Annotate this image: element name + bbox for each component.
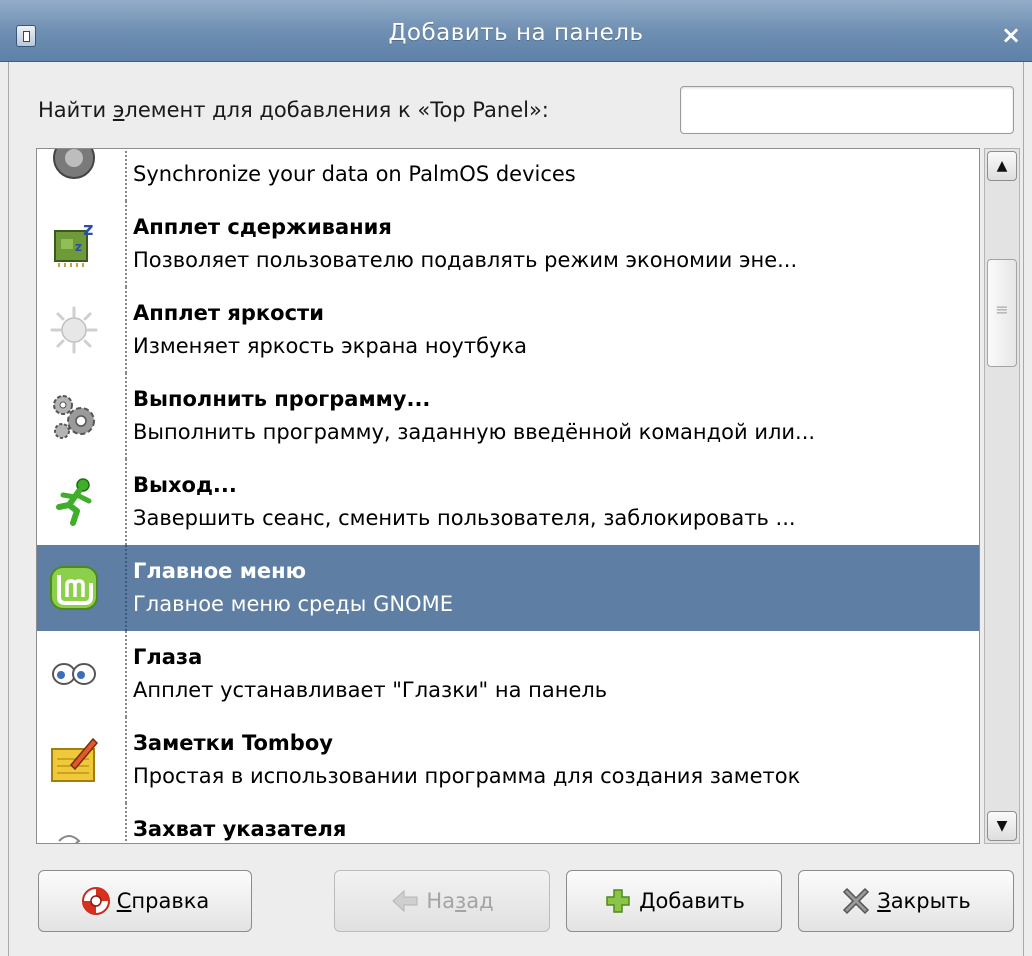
list-item-selected[interactable]: Главное меню Главное меню среды GNOME: [37, 545, 979, 631]
tree-line: [125, 459, 127, 545]
close-button-label: Закрыть: [877, 889, 971, 913]
add-button-label: Добавить: [639, 889, 745, 913]
window-title: Добавить на панель: [388, 20, 644, 46]
window-close-button[interactable]: ×: [998, 22, 1024, 48]
add-button[interactable]: Добавить: [566, 870, 782, 932]
inhibit-applet-icon: z z: [54, 219, 93, 267]
scroll-up-button[interactable]: ▲: [987, 151, 1017, 181]
item-name: Заметки Tomboy: [133, 731, 333, 755]
list-item[interactable]: Апплет яркости Изменяет яркость экрана н…: [37, 287, 979, 373]
list-item[interactable]: Выполнить программу... Выполнить програм…: [37, 373, 979, 459]
list-item[interactable]: Synchronize your data on PalmOS devices: [37, 149, 979, 201]
item-description: Простая в использовании программа для со…: [133, 764, 801, 788]
tomboy-notes-icon: [51, 737, 99, 782]
lifebuoy-icon: [81, 887, 110, 915]
item-description: Завершить сеанс, сменить пользователя, з…: [133, 506, 796, 530]
item-description: Апплет устанавливает "Глазки" на панель: [133, 678, 608, 702]
list-item[interactable]: z z Апплет сдерживания Позволяет пользов…: [37, 201, 979, 287]
applet-list[interactable]: Synchronize your data on PalmOS devices …: [36, 148, 980, 844]
scroll-down-button[interactable]: ▼: [987, 811, 1017, 841]
item-name: Апплет яркости: [133, 301, 324, 325]
item-name: Выполнить программу...: [133, 387, 431, 411]
gears-icon: [53, 395, 95, 439]
item-name: Апплет сдерживания: [133, 215, 392, 239]
svg-text:z: z: [83, 219, 93, 240]
back-button[interactable]: Назад: [334, 870, 550, 932]
list-item[interactable]: Выход... Завершить сеанс, сменить пользо…: [37, 459, 979, 545]
search-label: Найти элемент для добавления к «Top Pane…: [38, 98, 549, 122]
help-button-label: Справка: [116, 889, 210, 913]
tree-line: [125, 287, 127, 373]
scroll-thumb[interactable]: [987, 259, 1017, 367]
tree-line: [125, 201, 127, 287]
list-item[interactable]: Заметки Tomboy Простая в использовании п…: [37, 717, 979, 803]
back-arrow-icon: [392, 889, 418, 913]
close-button[interactable]: Закрыть: [798, 870, 1014, 932]
back-button-label: Назад: [426, 889, 494, 913]
list-scrollbar[interactable]: ▲ ▼: [984, 148, 1020, 844]
item-description: Позволяет пользователю подавлять режим э…: [133, 248, 798, 272]
svg-text:z: z: [75, 240, 82, 254]
item-description: Synchronize your data on PalmOS devices: [133, 162, 576, 186]
item-description: Изменяет яркость экрана ноутбука: [133, 334, 528, 358]
pointer-capture-icon: [58, 835, 81, 843]
help-button[interactable]: Справка: [38, 870, 252, 932]
mint-menu-icon: [50, 566, 98, 610]
item-name: Выход...: [133, 473, 237, 497]
plus-icon: [606, 889, 630, 913]
close-x-icon: [843, 887, 870, 915]
tree-line: [125, 803, 127, 843]
running-man-icon: [56, 478, 92, 526]
list-item[interactable]: Захват указателя: [37, 803, 979, 843]
item-description: Выполнить программу, заданную введённой …: [133, 420, 816, 444]
tree-line: [125, 631, 127, 717]
tree-line: [125, 149, 127, 201]
title-bar: Добавить на панель ×: [0, 0, 1032, 62]
tree-line: [125, 717, 127, 803]
tree-line: [125, 373, 127, 459]
eyes-icon: [52, 663, 96, 685]
item-description: Главное меню среды GNOME: [133, 592, 453, 616]
item-name: Глаза: [133, 645, 203, 669]
search-input[interactable]: [680, 86, 1014, 134]
item-name: Главное меню: [133, 559, 307, 583]
list-item[interactable]: Глаза Апплет устанавливает "Глазки" на п…: [37, 631, 979, 717]
palm-sync-icon: [53, 149, 95, 179]
tree-line: [125, 545, 127, 631]
item-name: Захват указателя: [133, 817, 347, 841]
brightness-icon: [50, 306, 98, 354]
